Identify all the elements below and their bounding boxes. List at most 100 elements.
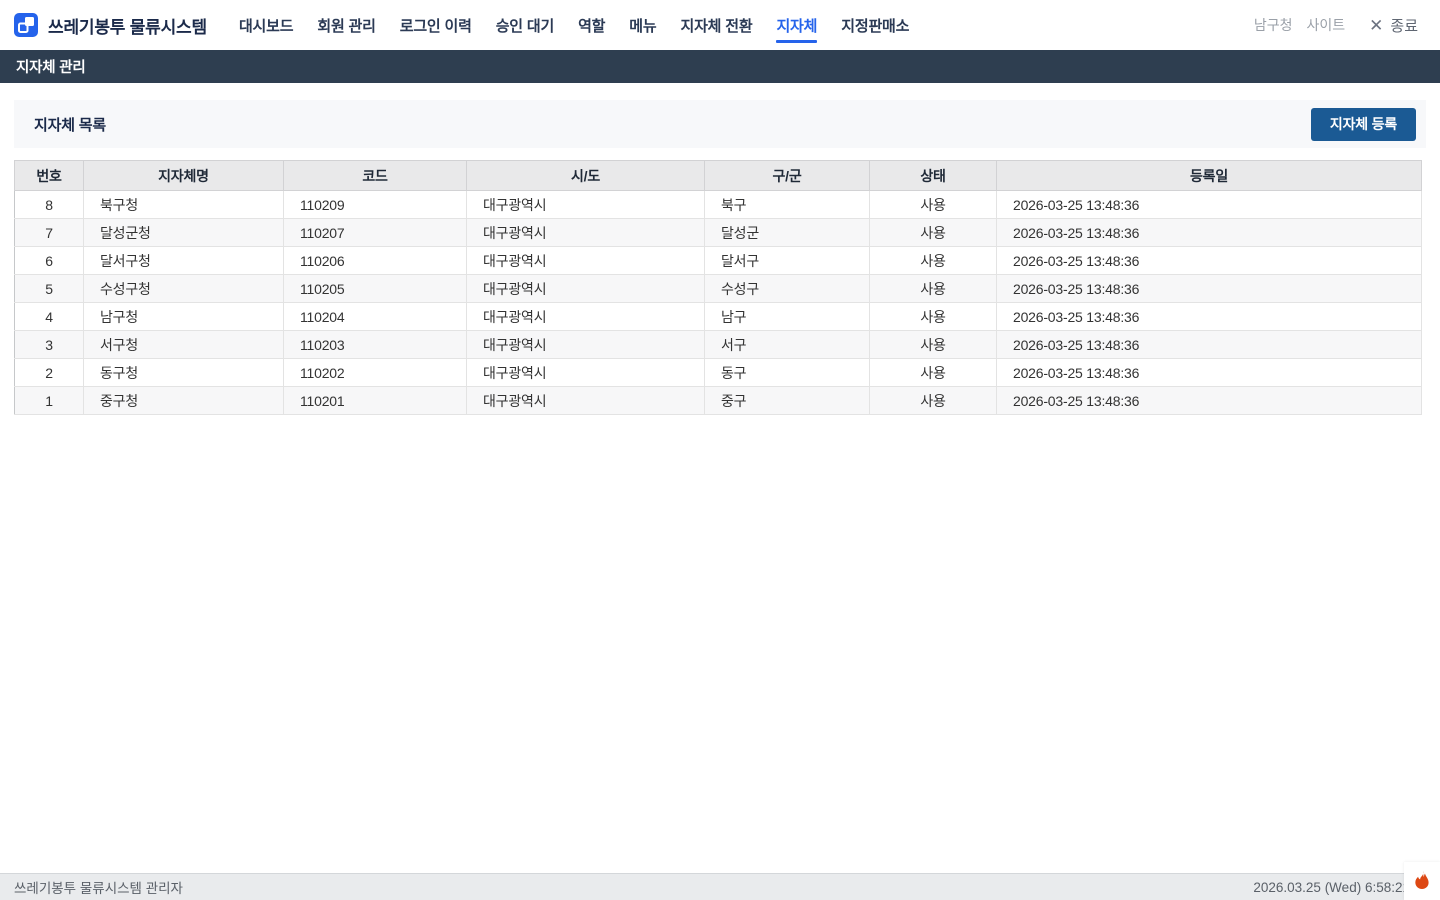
footer-datetime: 2026.03.25 (Wed) 6:58:21 xyxy=(1253,880,1410,895)
app-title: 쓰레기봉투 물류시스템 xyxy=(48,13,207,38)
cell-code: 110202 xyxy=(284,359,467,387)
nav-item-2[interactable]: 로그인 이력 xyxy=(388,0,484,50)
page-header-bar: 지자체 관리 xyxy=(0,50,1440,83)
cell-status: 사용 xyxy=(870,359,997,387)
footer-bar: 쓰레기봉투 물류시스템 관리자 2026.03.25 (Wed) 6:58:21 xyxy=(0,873,1440,900)
gov-table-body: 8북구청110209대구광역시북구사용2026-03-25 13:48:367달… xyxy=(15,191,1422,415)
gov-table: 번호지자체명코드시/도구/군상태등록일 8북구청110209대구광역시북구사용2… xyxy=(14,160,1422,415)
cell-sido: 대구광역시 xyxy=(467,275,705,303)
cell-code: 110209 xyxy=(284,191,467,219)
cell-gugun: 북구 xyxy=(705,191,870,219)
cell-regdate: 2026-03-25 13:48:36 xyxy=(997,275,1422,303)
table-row: 3서구청110203대구광역시서구사용2026-03-25 13:48:36 xyxy=(15,331,1422,359)
nav-item-0[interactable]: 대시보드 xyxy=(227,0,305,50)
cell-code: 110203 xyxy=(284,331,467,359)
column-header-6: 등록일 xyxy=(997,161,1422,191)
table-row: 8북구청110209대구광역시북구사용2026-03-25 13:48:36 xyxy=(15,191,1422,219)
nav-item-7[interactable]: 지자체 xyxy=(764,0,829,50)
cell-no: 5 xyxy=(15,275,84,303)
cell-gugun: 서구 xyxy=(705,331,870,359)
cell-no: 3 xyxy=(15,331,84,359)
cell-name: 남구청 xyxy=(84,303,284,331)
cell-sido: 대구광역시 xyxy=(467,247,705,275)
cell-gugun: 중구 xyxy=(705,387,870,415)
cell-status: 사용 xyxy=(870,303,997,331)
table-row: 7달성군청110207대구광역시달성군사용2026-03-25 13:48:36 xyxy=(15,219,1422,247)
gov-table-wrap: 번호지자체명코드시/도구/군상태등록일 8북구청110209대구광역시북구사용2… xyxy=(14,160,1422,415)
nav-item-1[interactable]: 회원 관리 xyxy=(305,0,387,50)
cell-sido: 대구광역시 xyxy=(467,387,705,415)
top-navigation-bar: 쓰레기봉투 물류시스템 대시보드회원 관리로그인 이력승인 대기역할메뉴지자체 … xyxy=(0,0,1440,50)
cell-code: 110204 xyxy=(284,303,467,331)
cell-status: 사용 xyxy=(870,275,997,303)
cell-sido: 대구광역시 xyxy=(467,219,705,247)
topbar-right: 남구청 사이트 ✕ 종료 xyxy=(1254,15,1418,36)
gov-table-head: 번호지자체명코드시/도구/군상태등록일 xyxy=(15,161,1422,191)
debug-toolbar-flame-icon[interactable] xyxy=(1404,862,1440,900)
cell-regdate: 2026-03-25 13:48:36 xyxy=(997,247,1422,275)
nav-item-4[interactable]: 역할 xyxy=(566,0,617,50)
current-org-label: 남구청 xyxy=(1254,15,1293,35)
exit-button[interactable]: ✕ 종료 xyxy=(1369,15,1418,36)
cell-name: 수성구청 xyxy=(84,275,284,303)
cell-status: 사용 xyxy=(870,331,997,359)
cell-status: 사용 xyxy=(870,191,997,219)
cell-status: 사용 xyxy=(870,219,997,247)
cell-name: 동구청 xyxy=(84,359,284,387)
cell-sido: 대구광역시 xyxy=(467,303,705,331)
cell-name: 달성군청 xyxy=(84,219,284,247)
cell-gugun: 남구 xyxy=(705,303,870,331)
exit-label: 종료 xyxy=(1390,15,1418,36)
table-row: 5수성구청110205대구광역시수성구사용2026-03-25 13:48:36 xyxy=(15,275,1422,303)
cell-name: 서구청 xyxy=(84,331,284,359)
header-row: 번호지자체명코드시/도구/군상태등록일 xyxy=(15,161,1422,191)
cell-regdate: 2026-03-25 13:48:36 xyxy=(997,359,1422,387)
nav-item-3[interactable]: 승인 대기 xyxy=(484,0,566,50)
table-row: 4남구청110204대구광역시남구사용2026-03-25 13:48:36 xyxy=(15,303,1422,331)
cell-sido: 대구광역시 xyxy=(467,331,705,359)
column-header-4: 구/군 xyxy=(705,161,870,191)
column-header-0: 번호 xyxy=(15,161,84,191)
nav-item-8[interactable]: 지정판매소 xyxy=(829,0,921,50)
cell-no: 7 xyxy=(15,219,84,247)
cell-regdate: 2026-03-25 13:48:36 xyxy=(997,331,1422,359)
cell-regdate: 2026-03-25 13:48:36 xyxy=(997,191,1422,219)
main-nav: 대시보드회원 관리로그인 이력승인 대기역할메뉴지자체 전환지자체지정판매소 xyxy=(227,0,921,50)
cell-code: 110205 xyxy=(284,275,467,303)
cell-status: 사용 xyxy=(870,387,997,415)
footer-admin-label: 쓰레기봉투 물류시스템 관리자 xyxy=(14,877,183,897)
cell-code: 110201 xyxy=(284,387,467,415)
cell-name: 중구청 xyxy=(84,387,284,415)
brand[interactable]: 쓰레기봉투 물류시스템 xyxy=(14,13,207,38)
column-header-2: 코드 xyxy=(284,161,467,191)
cell-regdate: 2026-03-25 13:48:36 xyxy=(997,219,1422,247)
column-header-5: 상태 xyxy=(870,161,997,191)
cell-regdate: 2026-03-25 13:48:36 xyxy=(997,387,1422,415)
cell-status: 사용 xyxy=(870,247,997,275)
nav-item-6[interactable]: 지자체 전환 xyxy=(668,0,764,50)
cell-no: 1 xyxy=(15,387,84,415)
table-row: 2동구청110202대구광역시동구사용2026-03-25 13:48:36 xyxy=(15,359,1422,387)
page-title: 지자체 관리 xyxy=(16,56,86,77)
register-gov-button[interactable]: 지자체 등록 xyxy=(1311,108,1416,141)
cell-regdate: 2026-03-25 13:48:36 xyxy=(997,303,1422,331)
cell-gugun: 수성구 xyxy=(705,275,870,303)
table-row: 1중구청110201대구광역시중구사용2026-03-25 13:48:36 xyxy=(15,387,1422,415)
cell-gugun: 달서구 xyxy=(705,247,870,275)
cell-no: 2 xyxy=(15,359,84,387)
cell-name: 달서구청 xyxy=(84,247,284,275)
table-row: 6달서구청110206대구광역시달서구사용2026-03-25 13:48:36 xyxy=(15,247,1422,275)
cell-sido: 대구광역시 xyxy=(467,359,705,387)
cell-name: 북구청 xyxy=(84,191,284,219)
nav-item-5[interactable]: 메뉴 xyxy=(617,0,668,50)
close-icon: ✕ xyxy=(1369,17,1383,34)
cell-gugun: 동구 xyxy=(705,359,870,387)
cell-no: 6 xyxy=(15,247,84,275)
cell-no: 8 xyxy=(15,191,84,219)
site-link[interactable]: 사이트 xyxy=(1307,15,1346,35)
cell-gugun: 달성군 xyxy=(705,219,870,247)
list-toolbar: 지자체 목록 지자체 등록 xyxy=(14,100,1426,148)
app-logo-icon xyxy=(14,13,38,37)
cell-code: 110206 xyxy=(284,247,467,275)
column-header-1: 지자체명 xyxy=(84,161,284,191)
